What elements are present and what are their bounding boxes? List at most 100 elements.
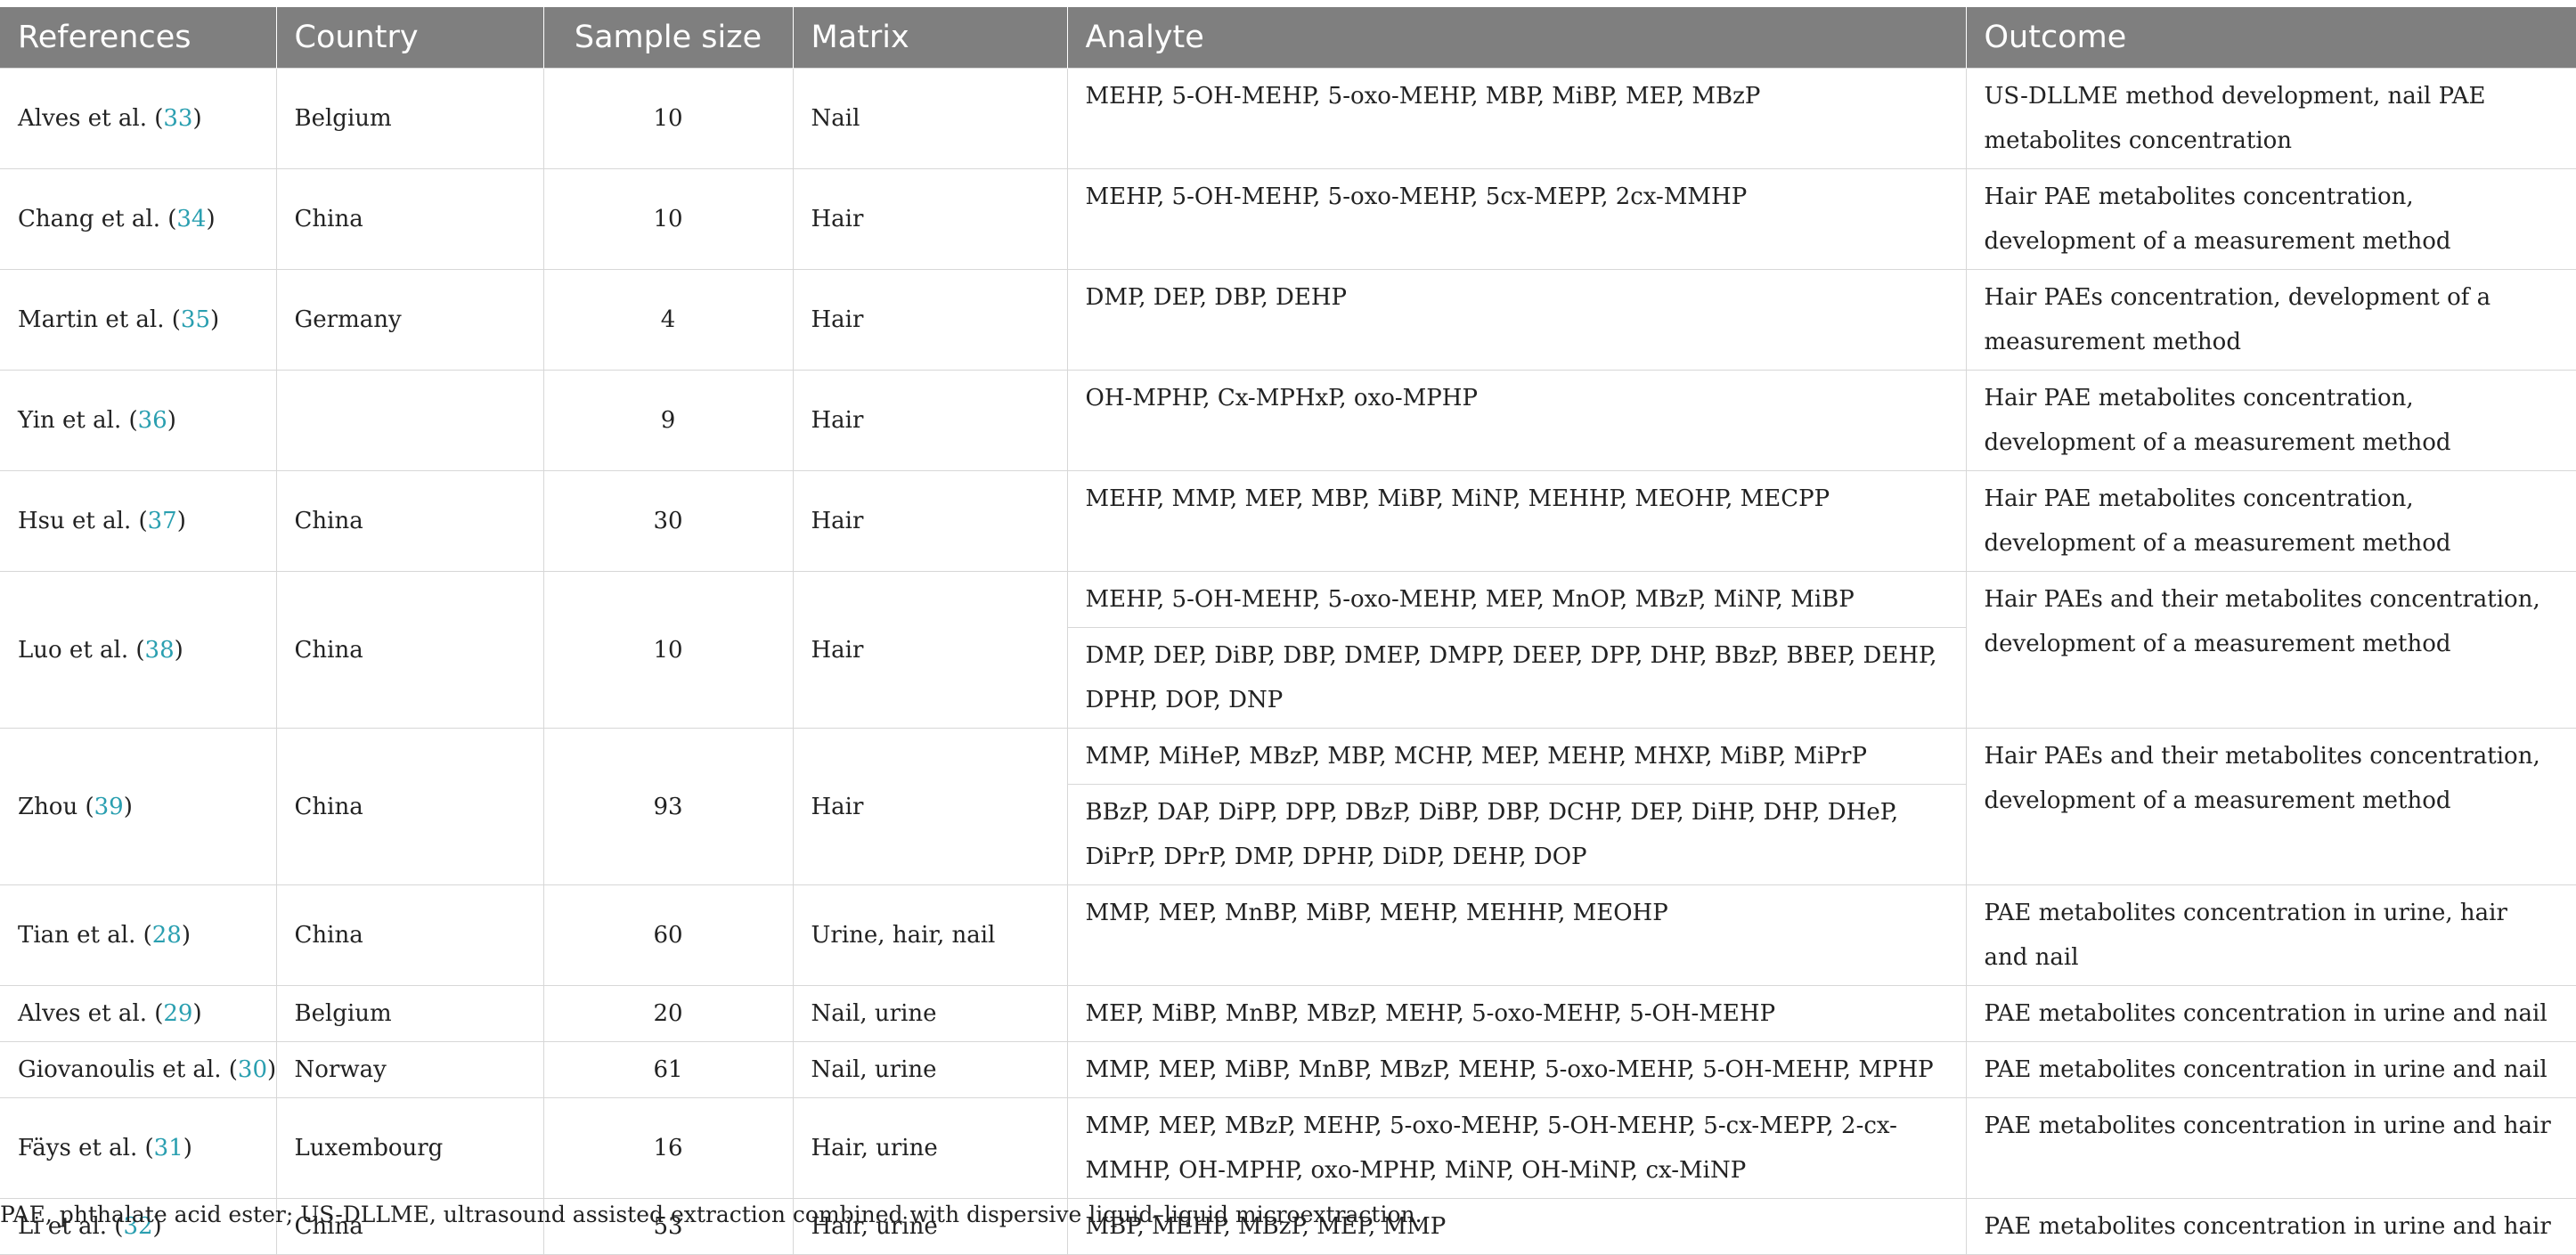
cell-reference: Martin et al. (35) [0, 269, 277, 371]
cell-matrix: Hair [792, 370, 1068, 471]
citation-link[interactable]: 36 [138, 407, 167, 434]
reference-author: Alves et al. ( [18, 105, 164, 132]
citation-link[interactable]: 39 [94, 794, 124, 820]
citation-link[interactable]: 37 [148, 508, 177, 534]
cell-reference: Tian et al. (28) [0, 884, 277, 986]
citation-link[interactable]: 30 [238, 1056, 267, 1083]
reference-close: ) [192, 1000, 202, 1027]
citation-link[interactable]: 31 [154, 1135, 183, 1161]
cell-reference: Zhou (39) [0, 728, 277, 885]
cell-outcome: Hair PAEs and their metabolites concentr… [1965, 571, 2576, 729]
cell-sample-size: 4 [542, 269, 794, 371]
header-matrix: Matrix [792, 7, 1068, 69]
cell-matrix: Nail [792, 68, 1068, 169]
table-row: Martin et al. (35) Germany 4 Hair DMP, DEP, … [0, 269, 2576, 371]
cell-outcome: Hair PAEs and their metabolites concentr… [1965, 728, 2576, 885]
cell-country: China [275, 884, 544, 986]
citation-link[interactable]: 35 [181, 306, 210, 333]
cell-reference: Fäys et al. (31) [0, 1097, 277, 1199]
cell-country: China [275, 470, 544, 572]
cell-matrix: Nail, urine [792, 1041, 1068, 1098]
cell-reference: Chang et al. (34) [0, 168, 277, 270]
cell-outcome: PAE metabolites concentration in urine a… [1965, 1041, 2576, 1098]
cell-reference: Alves et al. (29) [0, 985, 277, 1042]
cell-matrix: Hair [792, 728, 1068, 885]
citation-link[interactable]: 34 [176, 206, 206, 232]
table-row: Luo et al. (38) China 10 Hair MEHP, 5-OH-MEH… [0, 571, 2576, 729]
cell-country: Germany [275, 269, 544, 371]
references-table: References Country Sample size Matrix Analyt… [0, 7, 2576, 1255]
cell-outcome: Hair PAE metabolites concentration, deve… [1965, 470, 2576, 572]
citation-link[interactable]: 33 [163, 105, 192, 132]
cell-analyte: MMP, MEP, MnBP, MiBP, MEHP, MEHHP, MEOHP [1066, 884, 1967, 986]
cell-reference: Yin et al. (36) [0, 370, 277, 471]
cell-reference: Hsu et al. (37) [0, 470, 277, 572]
cell-outcome: PAE metabolites concentration in urine, … [1965, 884, 2576, 986]
cell-reference: Giovanoulis et al. (30) [0, 1041, 277, 1098]
reference-close: ) [174, 636, 183, 664]
cell-analyte: MMP, MEP, MBzP, MEHP, 5-oxo-MEHP, 5-OH-M… [1066, 1097, 1967, 1199]
cell-sample-size: 16 [542, 1097, 794, 1199]
cell-analyte: OH-MPHP, Cx-MPHxP, oxo-MPHP [1066, 370, 1967, 471]
cell-country: Belgium [275, 68, 544, 169]
cell-sample-size: 93 [542, 728, 794, 885]
table-row: Alves et al. (29) Belgium 20 Nail, urine MEP… [0, 985, 2576, 1042]
header-outcome: Outcome [1965, 7, 2576, 69]
table-row: Yin et al. (36) 9 Hair OH-MPHP, Cx-MPHxP, o… [0, 370, 2576, 471]
cell-analyte: MEHP, MMP, MEP, MBP, MiBP, MiNP, MEHHP, … [1066, 470, 1967, 572]
cell-outcome: PAE metabolites concentration in urine a… [1965, 1198, 2576, 1255]
cell-matrix: Hair [792, 470, 1068, 572]
reference-close: ) [183, 1135, 192, 1161]
reference-author: Yin et al. ( [18, 407, 138, 434]
table-header: References Country Sample size Matrix Analyt… [0, 7, 2576, 69]
reference-close: ) [267, 1056, 277, 1083]
reference-author: Hsu et al. ( [18, 508, 148, 534]
cell-country: Norway [275, 1041, 544, 1098]
cell-sample-size: 10 [542, 168, 794, 270]
header-sample-size: Sample size [542, 7, 794, 69]
cell-outcome: Hair PAEs concentration, development of … [1965, 269, 2576, 371]
reference-author: Chang et al. ( [18, 206, 177, 232]
table-row: Giovanoulis et al. (30) Norway 61 Nail, uri… [0, 1041, 2576, 1098]
cell-outcome: PAE metabolites concentration in urine a… [1965, 1097, 2576, 1199]
citation-link[interactable]: 28 [152, 922, 182, 949]
cell-matrix: Hair, urine [792, 1097, 1068, 1199]
cell-country [275, 370, 544, 471]
reference-author: Fäys et al. ( [18, 1135, 154, 1161]
cell-outcome: PAE metabolites concentration in urine a… [1965, 985, 2576, 1042]
reference-author: Martin et al. ( [18, 306, 181, 333]
cell-analyte: MEP, MiBP, MnBP, MBzP, MEHP, 5-oxo-MEHP,… [1066, 985, 1967, 1042]
reference-close: ) [181, 922, 192, 949]
table-row: Fäys et al. (31) Luxembourg 16 Hair, urine M… [0, 1097, 2576, 1199]
header-country: Country [275, 7, 544, 69]
reference-author: Zhou ( [18, 793, 94, 820]
cell-matrix: Hair [792, 269, 1068, 371]
table-body: Alves et al. (33) Belgium 10 Nail MEHP, 5-OH… [0, 68, 2576, 1255]
reference-close: ) [167, 407, 176, 434]
table-footnote: PAE, phthalate acid ester; US-DLLME, ult… [0, 1202, 1423, 1227]
table-row: Chang et al. (34) China 10 Hair MEHP, 5-OH-M… [0, 168, 2576, 270]
citation-link[interactable]: 38 [145, 637, 175, 664]
cell-analyte: DMP, DEP, DiBP, DBP, DMEP, DMPP, DEEP, D… [1067, 627, 1966, 729]
reference-author: Tian et al. ( [18, 922, 152, 949]
reference-author: Luo et al. ( [18, 636, 145, 664]
cell-analyte: MMP, MiHeP, MBzP, MBP, MCHP, MEP, MEHP, … [1066, 728, 1967, 785]
reference-close: ) [123, 793, 133, 820]
cell-outcome: Hair PAE metabolites concentration, deve… [1965, 168, 2576, 270]
header-row: References Country Sample size Matrix Analyt… [0, 7, 2576, 69]
cell-country: Belgium [275, 985, 544, 1042]
cell-analyte: MEHP, 5-OH-MEHP, 5-oxo-MEHP, 5cx-MEPP, 2… [1066, 168, 1967, 270]
cell-country: China [275, 728, 544, 885]
cell-analyte: MMP, MEP, MiBP, MnBP, MBzP, MEHP, 5-oxo-… [1066, 1041, 1967, 1098]
reference-author: Alves et al. ( [18, 1000, 164, 1027]
cell-analyte: MEHP, 5-OH-MEHP, 5-oxo-MEHP, MBP, MiBP, … [1066, 68, 1967, 169]
table-row: Tian et al. (28) China 60 Urine, hair, nail… [0, 884, 2576, 986]
citation-link[interactable]: 29 [163, 1000, 192, 1027]
cell-sample-size: 30 [542, 470, 794, 572]
reference-close: ) [206, 206, 216, 232]
table-row: Hsu et al. (37) China 30 Hair MEHP, MMP, MEP… [0, 470, 2576, 572]
cell-sample-size: 10 [542, 68, 794, 169]
table-row: Alves et al. (33) Belgium 10 Nail MEHP, 5-OH… [0, 68, 2576, 169]
cell-matrix: Urine, hair, nail [792, 884, 1068, 986]
cell-matrix: Hair [792, 571, 1068, 729]
